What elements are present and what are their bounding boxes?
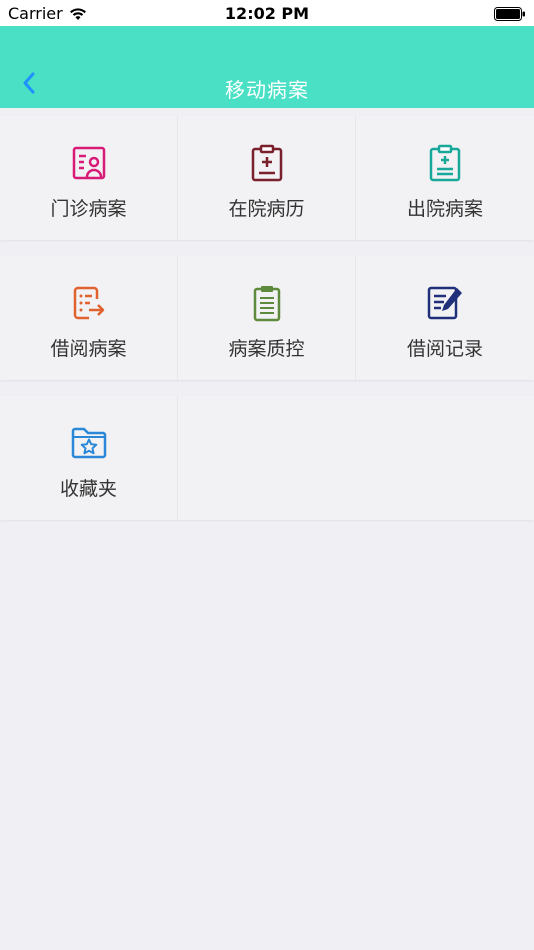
clipboard-plus-icon xyxy=(248,144,286,182)
empty-cell xyxy=(356,396,534,520)
menu-label: 出院病案 xyxy=(406,198,483,220)
menu-item-favorites[interactable]: 收藏夹 xyxy=(0,396,178,520)
empty-cell xyxy=(178,396,356,520)
menu-item-discharge-records[interactable]: 出院病案 xyxy=(356,116,534,240)
menu-row-2: 借阅病案 病案质控 借阅记录 xyxy=(0,256,534,380)
clipboard-list-icon xyxy=(248,284,286,322)
menu-row-3: 收藏夹 xyxy=(0,396,534,520)
navigation-bar: 移动病案 xyxy=(0,26,534,108)
patient-card-icon xyxy=(70,144,108,182)
menu-label: 病案质控 xyxy=(228,338,305,360)
menu-item-borrow-history[interactable]: 借阅记录 xyxy=(356,256,534,380)
clipboard-medical-icon xyxy=(426,144,464,182)
menu-item-quality-control[interactable]: 病案质控 xyxy=(178,256,356,380)
menu-label: 收藏夹 xyxy=(59,478,117,500)
menu-label: 在院病历 xyxy=(228,198,305,220)
status-bar: Carrier 12:02 PM xyxy=(0,0,534,26)
menu-grid: 门诊病案 在院病历 出院病案 借阅病案 病案质控 借阅记录 收藏夹 xyxy=(0,116,534,536)
battery-icon xyxy=(494,6,526,25)
menu-label: 借阅记录 xyxy=(406,338,483,360)
page-title: 移动病案 xyxy=(225,78,309,102)
menu-label: 借阅病案 xyxy=(50,338,127,360)
menu-item-inpatient-records[interactable]: 在院病历 xyxy=(178,116,356,240)
menu-row-1: 门诊病案 在院病历 出院病案 xyxy=(0,116,534,240)
document-edit-icon xyxy=(426,284,464,322)
menu-item-outpatient-records[interactable]: 门诊病案 xyxy=(0,116,178,240)
document-export-icon xyxy=(70,284,108,322)
menu-item-borrow-records[interactable]: 借阅病案 xyxy=(0,256,178,380)
menu-label: 门诊病案 xyxy=(50,198,127,220)
folder-star-icon xyxy=(70,424,108,462)
status-time: 12:02 PM xyxy=(224,4,310,23)
